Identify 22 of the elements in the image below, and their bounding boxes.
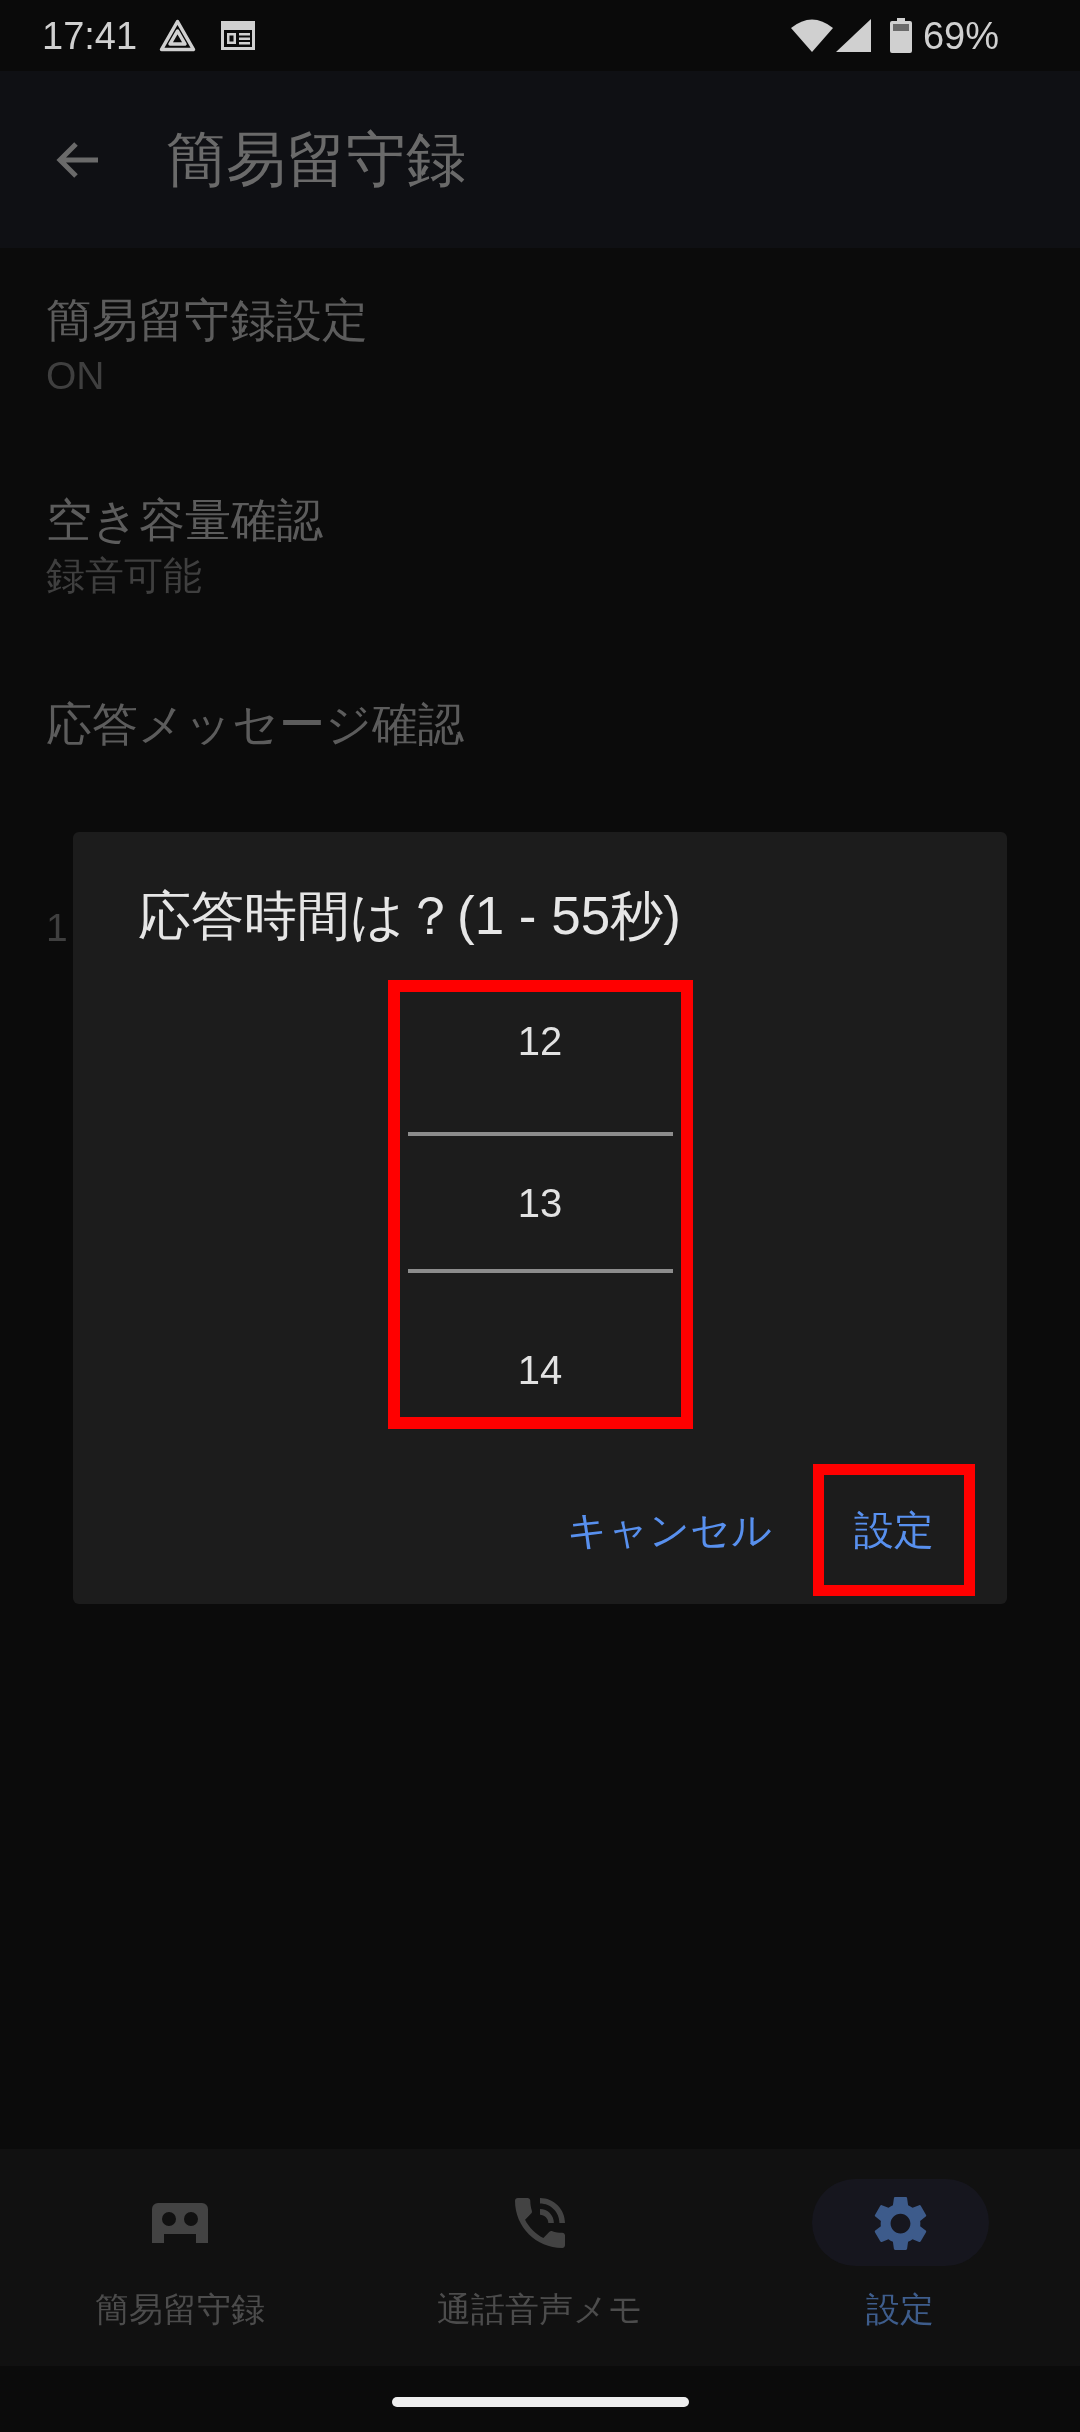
wifi-icon: [790, 19, 833, 52]
setting-title[interactable]: 応答メッセージ確認: [46, 696, 464, 752]
picker-value[interactable]: 13: [407, 1132, 673, 1273]
nav-tab[interactable]: 設定: [720, 2149, 1080, 2366]
setting-title[interactable]: 簡易留守録設定: [46, 292, 368, 348]
back-arrow-icon[interactable]: [55, 139, 100, 180]
dialog-title: 応答時間は？(1 - 55秒): [138, 885, 681, 947]
newspaper-icon: [221, 21, 256, 50]
app-title: 簡易留守録: [166, 124, 466, 195]
picker-value[interactable]: 12: [407, 992, 673, 1132]
cassette-icon: [152, 2202, 208, 2243]
picker-value[interactable]: 14: [407, 1273, 673, 1417]
setting-title[interactable]: 空き容量確認: [46, 492, 323, 548]
triangle-icon: [159, 19, 197, 52]
number-picker[interactable]: 12 13 14: [387, 980, 693, 1429]
cancel-button[interactable]: キャンセル: [526, 1464, 813, 1596]
battery-icon: [889, 18, 912, 53]
status-time: 17:41: [42, 13, 138, 58]
confirm-button[interactable]: 設定: [813, 1464, 975, 1596]
phone-icon: [515, 2197, 565, 2248]
battery-percent: 69%: [922, 13, 999, 58]
signal-icon: [835, 19, 871, 52]
